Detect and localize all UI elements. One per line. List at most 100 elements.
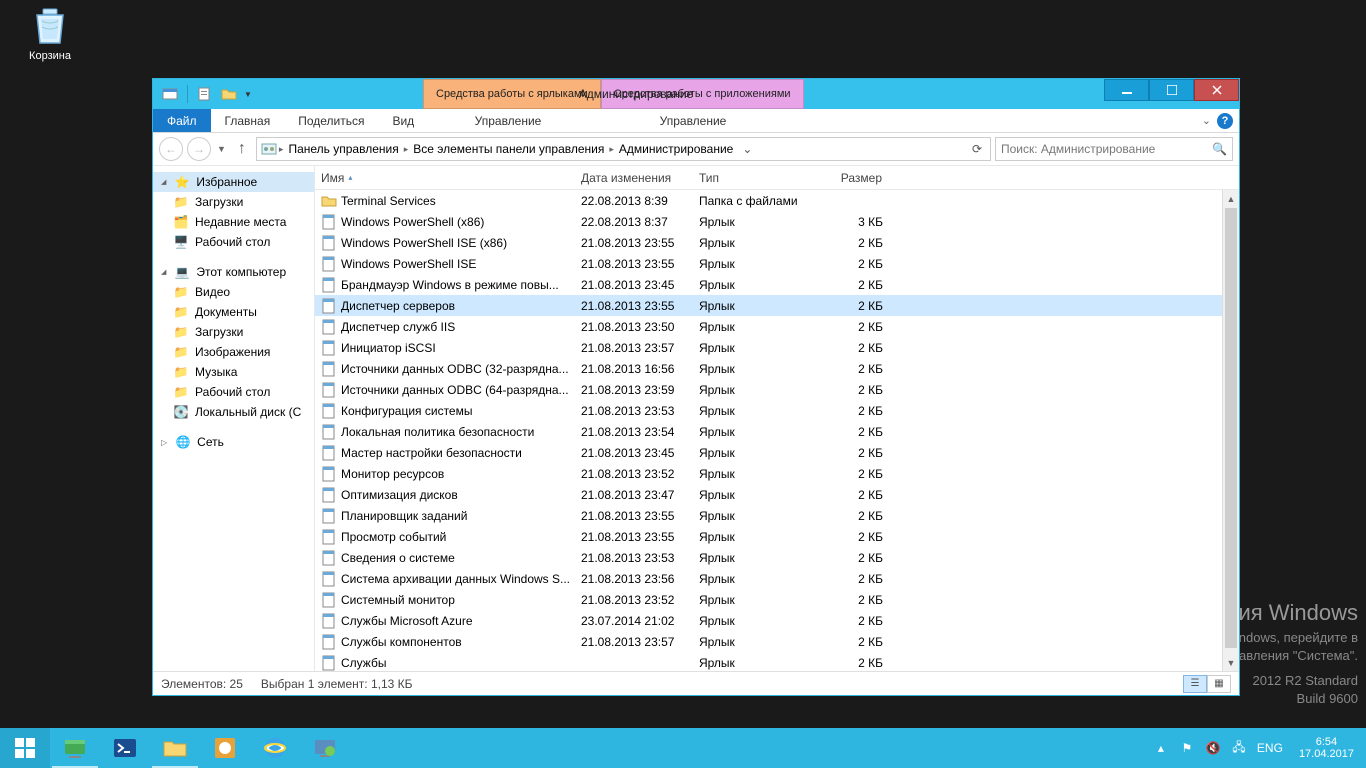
file-icon	[321, 214, 337, 230]
recent-icon: 🗂️	[173, 214, 189, 230]
nav-downloads[interactable]: 📁Загрузки	[153, 192, 314, 212]
file-row[interactable]: СлужбыЯрлык2 КБ	[315, 652, 1239, 671]
file-icon	[321, 655, 337, 671]
tab-home[interactable]: Главная	[211, 109, 285, 132]
breadcrumb-item[interactable]: Администрирование	[616, 142, 736, 156]
file-row[interactable]: Монитор ресурсов21.08.2013 23:52Ярлык2 К…	[315, 463, 1239, 484]
taskbar-powershell[interactable]	[100, 728, 150, 768]
tray-language[interactable]: ENG	[1257, 741, 1283, 755]
nav-local-disk[interactable]: 💽Локальный диск (C	[153, 402, 314, 422]
properties-icon[interactable]	[194, 83, 216, 105]
file-row[interactable]: Источники данных ODBC (32-разрядна...21.…	[315, 358, 1239, 379]
file-row[interactable]: Сведения о системе21.08.2013 23:53Ярлык2…	[315, 547, 1239, 568]
nav-this-pc[interactable]: 💻Этот компьютер	[153, 262, 314, 282]
file-type: Ярлык	[693, 551, 811, 565]
file-row[interactable]: Службы Microsoft Azure23.07.2014 21:02Яр…	[315, 610, 1239, 631]
file-name: Службы Microsoft Azure	[341, 614, 473, 628]
taskbar-ie[interactable]	[250, 728, 300, 768]
column-date[interactable]: Дата изменения	[575, 166, 693, 189]
context-tab-shortcut[interactable]: Средства работы с ярлыками	[423, 79, 601, 109]
tab-file[interactable]: Файл	[153, 109, 211, 132]
file-row[interactable]: Источники данных ODBC (64-разрядна...21.…	[315, 379, 1239, 400]
scroll-up-icon[interactable]: ▲	[1223, 190, 1239, 207]
titlebar[interactable]: ▼ Средства работы с ярлыками Средства ра…	[153, 79, 1239, 109]
breadcrumb-item[interactable]: Панель управления	[285, 142, 401, 156]
scroll-down-icon[interactable]: ▼	[1223, 654, 1239, 671]
file-row[interactable]: Брандмауэр Windows в режиме повы...21.08…	[315, 274, 1239, 295]
column-name[interactable]: Имя▴	[315, 166, 575, 189]
nav-recent[interactable]: 🗂️Недавние места	[153, 212, 314, 232]
file-row[interactable]: Оптимизация дисков21.08.2013 23:47Ярлык2…	[315, 484, 1239, 505]
file-date: 21.08.2013 23:53	[575, 404, 693, 418]
qat-dropdown-icon[interactable]: ▼	[242, 83, 254, 105]
tray-flag-icon[interactable]: ⚑	[1179, 740, 1195, 756]
ribbon-collapse-icon[interactable]: ⌄	[1202, 114, 1211, 127]
address-bar[interactable]: ▸ Панель управления ▸ Все элементы панел…	[256, 137, 991, 161]
tray-show-hidden-icon[interactable]: ▴	[1153, 740, 1169, 756]
file-row[interactable]: Инициатор iSCSI21.08.2013 23:57Ярлык2 КБ	[315, 337, 1239, 358]
file-row[interactable]: Планировщик заданий21.08.2013 23:55Ярлык…	[315, 505, 1239, 526]
nav-downloads2[interactable]: 📁Загрузки	[153, 322, 314, 342]
file-row[interactable]: Локальная политика безопасности21.08.201…	[315, 421, 1239, 442]
nav-pictures[interactable]: 📁Изображения	[153, 342, 314, 362]
file-row[interactable]: Диспетчер служб IIS21.08.2013 23:50Ярлык…	[315, 316, 1239, 337]
column-size[interactable]: Размер	[811, 166, 889, 189]
column-type[interactable]: Тип	[693, 166, 811, 189]
tab-manage-app[interactable]: Управление	[593, 109, 793, 133]
file-row[interactable]: Просмотр событий21.08.2013 23:55Ярлык2 К…	[315, 526, 1239, 547]
vertical-scrollbar[interactable]: ▲ ▼	[1222, 190, 1239, 671]
nav-history-dropdown[interactable]: ▼	[215, 144, 228, 154]
file-row[interactable]: Службы компонентов21.08.2013 23:57Ярлык2…	[315, 631, 1239, 652]
file-row[interactable]: Windows PowerShell ISE (x86)21.08.2013 2…	[315, 232, 1239, 253]
nav-music[interactable]: 📁Музыка	[153, 362, 314, 382]
recycle-bin[interactable]: Корзина	[20, 5, 80, 62]
file-list: Имя▴ Дата изменения Тип Размер Terminal …	[315, 166, 1239, 671]
nav-forward-button[interactable]: →	[187, 137, 211, 161]
tab-manage-shortcut[interactable]: Управление	[423, 109, 593, 133]
file-size: 2 КБ	[811, 299, 889, 313]
view-details-button[interactable]: ☰	[1183, 675, 1207, 693]
file-row[interactable]: Windows PowerShell (x86)22.08.2013 8:37Я…	[315, 211, 1239, 232]
taskbar-app2[interactable]	[300, 728, 350, 768]
nav-desktop2[interactable]: 📁Рабочий стол	[153, 382, 314, 402]
tab-view[interactable]: Вид	[378, 109, 428, 132]
new-folder-icon[interactable]	[218, 83, 240, 105]
file-row[interactable]: Системный монитор21.08.2013 23:52Ярлык2 …	[315, 589, 1239, 610]
file-row[interactable]: Диспетчер серверов21.08.2013 23:55Ярлык2…	[315, 295, 1239, 316]
nav-network[interactable]: 🌐Сеть	[153, 432, 314, 452]
nav-desktop[interactable]: 🖥️Рабочий стол	[153, 232, 314, 252]
context-tab-application[interactable]: Средства работы с приложениями	[601, 79, 804, 109]
file-row[interactable]: Terminal Services22.08.2013 8:39Папка с …	[315, 190, 1239, 211]
help-icon[interactable]: ?	[1217, 113, 1233, 129]
nav-up-button[interactable]: ↑	[232, 139, 252, 159]
refresh-icon[interactable]: ⟳	[968, 142, 986, 156]
nav-back-button[interactable]: ←	[159, 137, 183, 161]
tray-clock[interactable]: 6:54 17.04.2017	[1293, 736, 1360, 760]
system-menu-icon[interactable]	[159, 83, 181, 105]
tray-network-icon[interactable]: 🖧	[1231, 740, 1247, 756]
taskbar-app1[interactable]	[200, 728, 250, 768]
taskbar-explorer[interactable]	[150, 728, 200, 768]
search-input[interactable]: Поиск: Администрирование 🔍	[995, 137, 1233, 161]
nav-documents[interactable]: 📁Документы	[153, 302, 314, 322]
tab-share[interactable]: Поделиться	[284, 109, 378, 132]
taskbar-server-manager[interactable]	[50, 728, 100, 768]
file-row[interactable]: Система архивации данных Windows S...21.…	[315, 568, 1239, 589]
breadcrumb-item[interactable]: Все элементы панели управления	[410, 142, 607, 156]
tray-volume-icon[interactable]: 🔇	[1205, 740, 1221, 756]
minimize-button[interactable]	[1104, 79, 1149, 101]
nav-videos[interactable]: 📁Видео	[153, 282, 314, 302]
file-row[interactable]: Конфигурация системы21.08.2013 23:53Ярлы…	[315, 400, 1239, 421]
close-button[interactable]	[1194, 79, 1239, 101]
file-name: Инициатор iSCSI	[341, 341, 436, 355]
scroll-thumb[interactable]	[1225, 208, 1237, 648]
address-dropdown-icon[interactable]: ⌄	[738, 142, 756, 156]
file-row[interactable]: Windows PowerShell ISE21.08.2013 23:55Яр…	[315, 253, 1239, 274]
file-row[interactable]: Мастер настройки безопасности21.08.2013 …	[315, 442, 1239, 463]
start-button[interactable]	[0, 728, 50, 768]
file-type: Ярлык	[693, 509, 811, 523]
view-thumbnails-button[interactable]: ▦	[1207, 675, 1231, 693]
file-type: Ярлык	[693, 467, 811, 481]
maximize-button[interactable]	[1149, 79, 1194, 101]
nav-favorites[interactable]: ⭐Избранное	[153, 172, 314, 192]
